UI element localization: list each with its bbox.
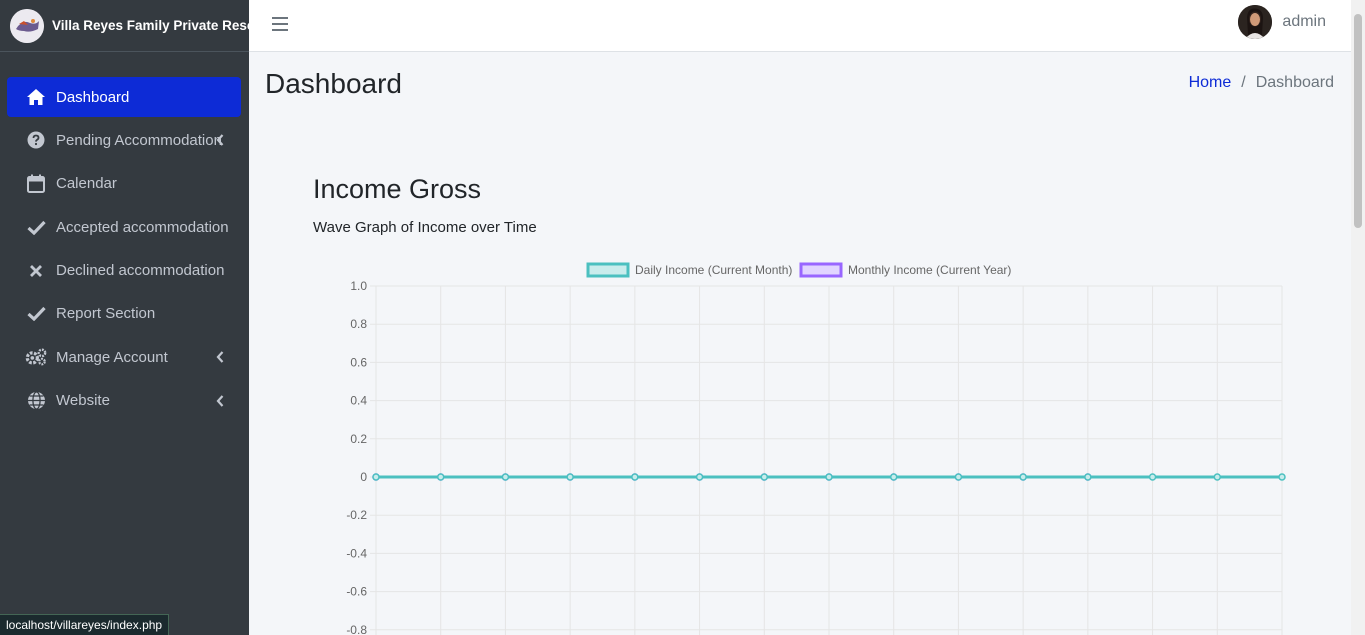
- sidebar-item-declined-accommodation[interactable]: Declined accommodation: [7, 251, 241, 291]
- y-tick-label: 0.2: [350, 432, 367, 446]
- sidebar-item-label: Accepted accommodation: [56, 218, 229, 236]
- sidebar-item-manage-account[interactable]: Manage Account: [7, 337, 241, 377]
- data-point: [889, 473, 898, 481]
- sidebar-item-label: Declined accommodation: [56, 262, 225, 280]
- y-tick-label: -0.2: [346, 508, 367, 522]
- y-tick-label: 0.8: [350, 317, 367, 331]
- y-tick-label: 0: [360, 470, 367, 484]
- sidebar-item-label: Report Section: [56, 305, 156, 323]
- user-menu[interactable]: admin: [1238, 5, 1326, 39]
- data-point: [436, 473, 445, 481]
- income-chart: 1.0 0.8 0.6 0.4 0.2 0 -0.2 -0.4 -0.6 -0.8 Daily In…: [346, 262, 1286, 635]
- menu-toggle-icon[interactable]: [272, 17, 288, 31]
- y-tick-label: 0.6: [350, 355, 367, 369]
- sidebar-item-accepted-accommodation[interactable]: Accepted accommodation: [7, 207, 241, 247]
- sidebar-item-calendar[interactable]: Calendar: [7, 164, 241, 204]
- sidebar-item-dashboard[interactable]: Dashboard: [7, 77, 241, 117]
- y-tick-label: -0.4: [346, 546, 367, 560]
- gears-icon: [25, 346, 47, 368]
- sidebar-item-website[interactable]: Website: [7, 381, 241, 421]
- page-title: Dashboard: [265, 68, 402, 99]
- breadcrumb-current: Dashboard: [1255, 74, 1334, 91]
- home-icon: [25, 86, 47, 108]
- data-point: [1019, 473, 1027, 481]
- x-icon: [25, 260, 47, 282]
- data-point: [1084, 473, 1092, 481]
- calendar-icon: [25, 173, 47, 195]
- check-icon: [25, 216, 47, 238]
- brand-name: Villa Reyes Family Private Resort: [52, 18, 265, 33]
- y-tick-label: -0.6: [346, 585, 367, 599]
- data-point: [954, 473, 963, 481]
- data-point: [1278, 473, 1286, 481]
- breadcrumb-separator: /: [1241, 74, 1246, 91]
- chevron-left-icon: [216, 134, 224, 147]
- y-tick-label: 1.0: [350, 279, 367, 293]
- sidebar-nav: Dashboard Pending Accommodation Calendar…: [7, 77, 241, 424]
- sidebar-item-label: Calendar: [56, 175, 117, 193]
- data-point: [825, 473, 833, 481]
- data-point: [1213, 473, 1222, 481]
- brand-link[interactable]: Villa Reyes Family Private Resort: [0, 0, 265, 52]
- user-name: admin: [1282, 13, 1326, 30]
- data-point: [566, 473, 574, 481]
- legend-label: Monthly Income (Current Year): [848, 263, 1011, 277]
- data-point: [695, 473, 704, 481]
- sidebar-item-label: Pending Accommodation: [56, 131, 222, 149]
- data-point: [1148, 473, 1157, 481]
- legend-swatch: [799, 262, 843, 278]
- sidebar-item-label: Dashboard: [56, 88, 130, 106]
- data-point: [372, 473, 380, 481]
- data-point: [501, 473, 510, 481]
- breadcrumb: Home / Dashboard: [1189, 74, 1334, 92]
- brand-logo-icon: [10, 8, 44, 43]
- data-point: [631, 473, 639, 481]
- status-bar-url: localhost/villareyes/index.php: [0, 614, 170, 635]
- income-section-title: Income Gross: [313, 174, 482, 204]
- sidebar-item-label: Website: [56, 392, 110, 410]
- y-tick-label: 0.4: [350, 394, 367, 408]
- sidebar-item-label: Manage Account: [56, 348, 168, 366]
- question-circle-icon: [25, 129, 47, 151]
- legend-swatch: [586, 262, 630, 278]
- breadcrumb-home-link[interactable]: Home: [1189, 74, 1232, 92]
- data-point: [760, 473, 769, 481]
- check-icon: [25, 303, 47, 325]
- avatar: [1238, 5, 1273, 39]
- sidebar-item-report-section[interactable]: Report Section: [7, 294, 241, 334]
- sidebar: Villa Reyes Family Private Resort Dashbo…: [0, 0, 265, 635]
- chevron-left-icon: [216, 394, 224, 407]
- scrollbar-thumb[interactable]: [1354, 14, 1362, 228]
- y-tick-label: -0.8: [346, 623, 367, 635]
- income-section-subtitle: Wave Graph of Income over Time: [313, 219, 537, 236]
- page-scrollbar[interactable]: [1351, 0, 1365, 635]
- globe-icon: [25, 390, 47, 412]
- sidebar-item-pending-accommodation[interactable]: Pending Accommodation: [7, 120, 241, 160]
- chevron-left-icon: [216, 351, 224, 364]
- top-navbar: admin: [249, 0, 1351, 52]
- legend-label: Daily Income (Current Month): [635, 263, 792, 277]
